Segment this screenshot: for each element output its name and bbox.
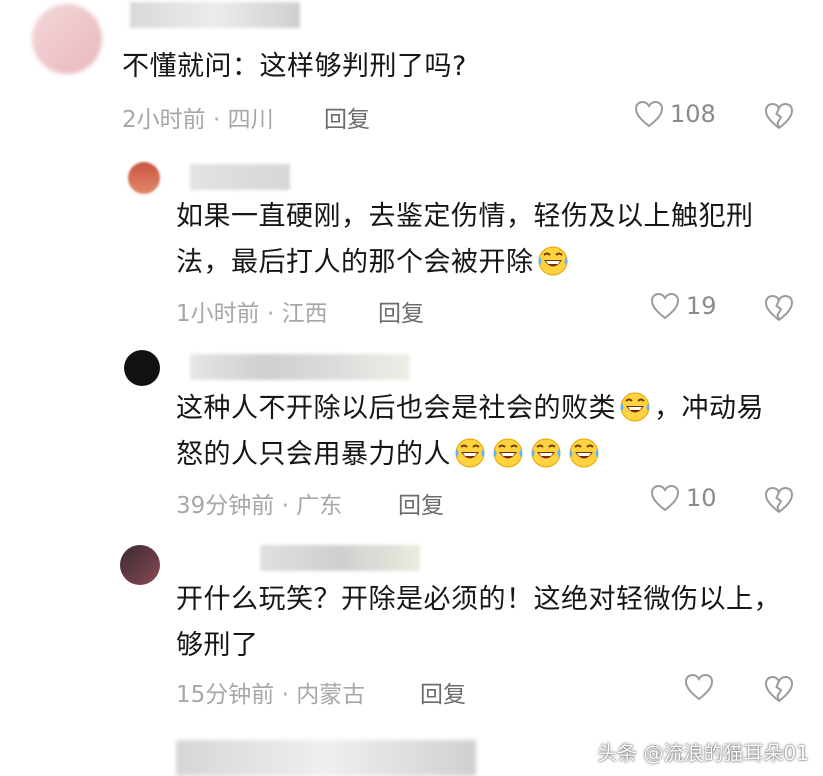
- comment-text: 不懂就问：这样够判刑了吗?: [122, 51, 467, 82]
- next-comment-preview: [176, 740, 476, 776]
- heart-outline-icon: [634, 100, 664, 128]
- laugh-cry-emoji: [618, 389, 652, 423]
- username[interactable]: [190, 354, 410, 380]
- comment-text: 如果一直硬刚，去鉴定伤情，轻伤及以上触犯刑法，最后打人的那个会被开除: [176, 194, 786, 286]
- like-button[interactable]: 108: [634, 100, 716, 128]
- laugh-cry-emoji: [536, 243, 570, 277]
- username[interactable]: [130, 2, 300, 28]
- like-button[interactable]: 19: [650, 292, 717, 320]
- comment-meta: 39分钟前 · 广东: [176, 493, 343, 519]
- heart-outline-icon: [650, 292, 680, 320]
- reply-button[interactable]: 回复: [420, 675, 466, 709]
- laugh-cry-emoji: [529, 435, 563, 469]
- broken-heart-icon[interactable]: [764, 102, 794, 130]
- username[interactable]: [260, 545, 420, 571]
- like-count: 19: [686, 292, 717, 320]
- comment-item: 如果一直硬刚，去鉴定伤情，轻伤及以上触犯刑法，最后打人的那个会被开除 1小时前 …: [0, 150, 823, 340]
- broken-heart-icon[interactable]: [764, 486, 794, 514]
- comment-item: 不懂就问：这样够判刑了吗? 2小时前 · 四川 回复 108: [0, 0, 823, 150]
- comment-meta: 1小时前 · 江西: [176, 301, 328, 327]
- like-count: 108: [670, 100, 716, 128]
- comment-text: 这种人不开除以后也会是社会的败类 ，冲动易怒的人只会用暴力的人: [176, 386, 786, 478]
- comment-text-body: 这种人不开除以后也会是社会的败类: [176, 393, 616, 424]
- laugh-cry-emoji: [453, 435, 487, 469]
- like-button[interactable]: [684, 673, 720, 701]
- comment-text: 开什么玩笑？开除是必须的！这绝对轻微伤以上，够刑了: [176, 584, 781, 661]
- heart-outline-icon: [684, 673, 714, 701]
- comment-item: 这种人不开除以后也会是社会的败类 ，冲动易怒的人只会用暴力的人 39分钟前 · 广…: [0, 340, 823, 535]
- avatar[interactable]: [120, 545, 160, 585]
- watermark: 头条 @流浪的猫耳朵01: [597, 741, 809, 765]
- laugh-cry-emoji: [567, 435, 601, 469]
- username[interactable]: [190, 164, 290, 190]
- like-count: 10: [686, 484, 717, 512]
- heart-outline-icon: [650, 484, 680, 512]
- reply-button[interactable]: 回复: [324, 100, 370, 134]
- comment-text-body: 如果一直硬刚，去鉴定伤情，轻伤及以上触犯刑法，最后打人的那个会被开除: [176, 201, 754, 278]
- comment-item: 开什么玩笑？开除是必须的！这绝对轻微伤以上，够刑了 15分钟前 · 内蒙古 回复: [0, 535, 823, 735]
- avatar[interactable]: [124, 350, 160, 386]
- comment-meta: 15分钟前 · 内蒙古: [176, 682, 366, 708]
- avatar[interactable]: [128, 162, 160, 194]
- like-button[interactable]: 10: [650, 484, 717, 512]
- comment-meta: 2小时前 · 四川: [122, 107, 274, 133]
- avatar[interactable]: [32, 4, 102, 74]
- broken-heart-icon[interactable]: [764, 675, 794, 703]
- broken-heart-icon[interactable]: [764, 294, 794, 322]
- reply-button[interactable]: 回复: [378, 294, 424, 328]
- reply-button[interactable]: 回复: [398, 486, 444, 520]
- laugh-cry-emoji: [491, 435, 525, 469]
